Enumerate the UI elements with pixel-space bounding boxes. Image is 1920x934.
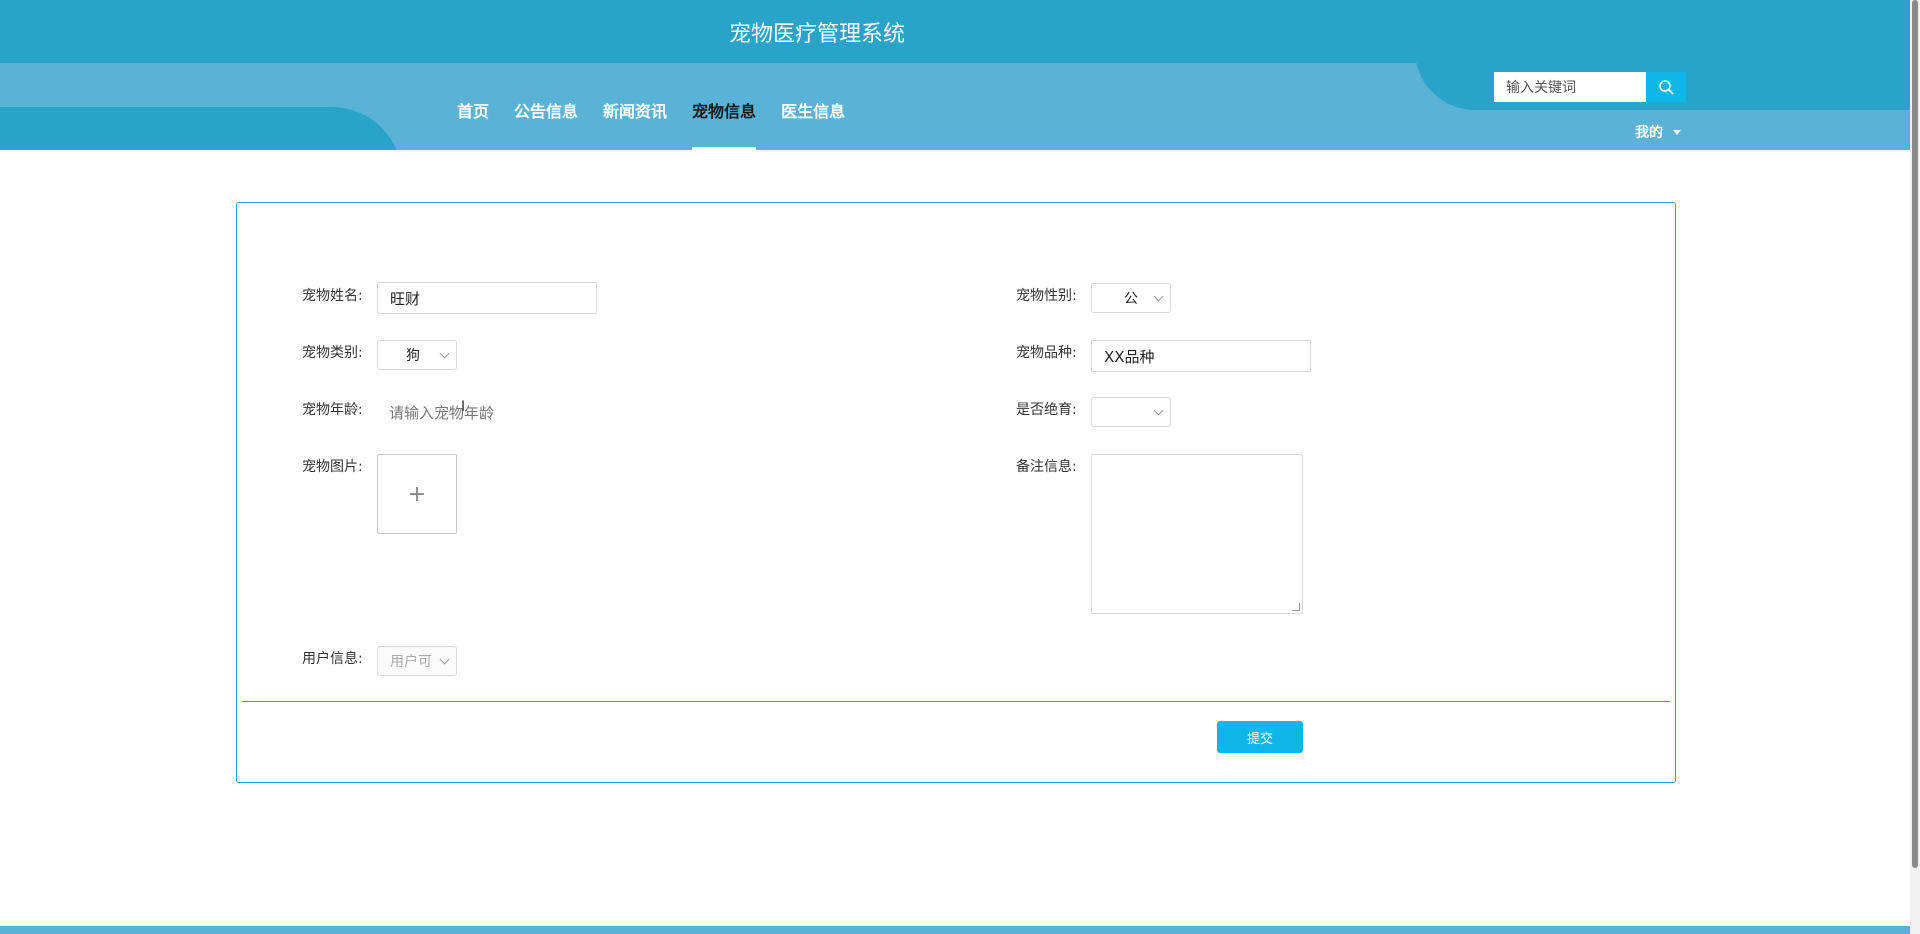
neutered-label: 是否绝育: xyxy=(1016,402,1077,418)
search-icon xyxy=(1659,80,1674,95)
chevron-down-icon xyxy=(1153,405,1164,416)
nav-item-pets[interactable]: 宠物信息 xyxy=(692,98,757,150)
pet-image-upload[interactable]: + xyxy=(377,454,457,534)
remarks-label: 备注信息: xyxy=(1016,459,1077,475)
search-button[interactable] xyxy=(1646,72,1686,102)
chevron-down-icon xyxy=(1153,291,1164,302)
footer-strip xyxy=(0,926,1910,934)
plus-icon: + xyxy=(407,481,427,507)
user-menu[interactable]: 我的 xyxy=(1635,122,1681,142)
caret-down-icon xyxy=(1673,129,1681,135)
pet-breed-input[interactable]: XX品种 xyxy=(1091,340,1311,372)
pet-name-label: 宠物姓名: xyxy=(302,288,363,304)
pet-name-input[interactable]: 旺财 xyxy=(377,282,597,314)
remarks-textarea[interactable] xyxy=(1091,454,1303,614)
pet-category-value: 狗 xyxy=(406,348,420,364)
pet-category-label: 宠物类别: xyxy=(302,345,363,361)
vertical-scrollbar-thumb[interactable] xyxy=(1912,0,1918,868)
resize-handle-icon[interactable] xyxy=(1292,603,1300,611)
pet-gender-value: 公 xyxy=(1124,291,1138,307)
user-info-value: 用户可 xyxy=(390,654,432,670)
nav-item-doctors[interactable]: 医生信息 xyxy=(781,98,845,150)
pet-gender-label: 宠物性别: xyxy=(1016,288,1077,304)
pet-gender-select[interactable]: 公 xyxy=(1091,283,1171,313)
nav-item-news[interactable]: 新闻资讯 xyxy=(603,98,667,150)
user-info-label: 用户信息: xyxy=(302,651,363,667)
header-left-decoration xyxy=(0,107,402,150)
main-nav: 首页 公告信息 新闻资讯 宠物信息 医生信息 xyxy=(457,98,845,150)
chevron-down-icon xyxy=(439,654,450,665)
pet-image-label: 宠物图片: xyxy=(302,459,363,475)
chevron-down-icon xyxy=(439,348,450,359)
pet-age-input[interactable]: 请输入宠物年龄 xyxy=(377,396,597,428)
app-title: 宠物医疗管理系统 xyxy=(728,22,905,47)
text-cursor-icon: I xyxy=(461,399,466,415)
pet-breed-label: 宠物品种: xyxy=(1016,345,1077,361)
nav-item-announcements[interactable]: 公告信息 xyxy=(514,98,578,150)
neutered-select[interactable] xyxy=(1091,397,1171,427)
user-info-select: 用户可 xyxy=(377,646,457,676)
pet-category-select[interactable]: 狗 xyxy=(377,340,457,370)
site-header: 宠物医疗管理系统 首页 公告信息 新闻资讯 宠物信息 医生信息 我的 xyxy=(0,0,1910,150)
form-divider xyxy=(242,701,1670,702)
user-menu-label: 我的 xyxy=(1635,125,1663,141)
nav-item-home[interactable]: 首页 xyxy=(457,98,489,150)
submit-button[interactable]: 提交 xyxy=(1217,721,1303,753)
pet-age-label: 宠物年龄: xyxy=(302,402,363,418)
search-input[interactable] xyxy=(1494,72,1646,102)
